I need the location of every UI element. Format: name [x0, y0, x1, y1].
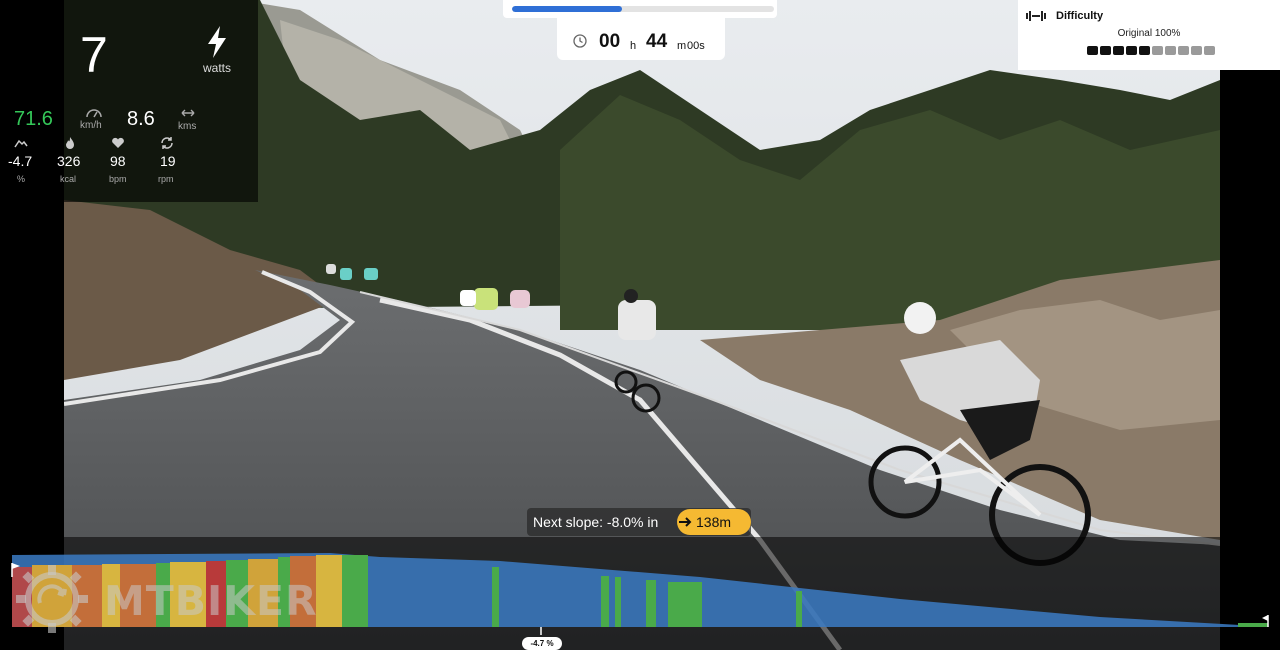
difficulty-title: Difficulty: [1056, 10, 1104, 22]
lightning-icon: [208, 26, 226, 58]
timer-seconds: 00s: [687, 40, 705, 52]
timer-hours: 00: [599, 31, 621, 52]
arrow-right-icon: [679, 517, 692, 527]
speed-value: 71.6: [14, 108, 53, 130]
difficulty-level-segment: [1165, 46, 1176, 55]
calories-unit: kcal: [60, 174, 77, 184]
profile-segment: [668, 582, 702, 627]
difficulty-level-segment: [1178, 46, 1189, 55]
next-slope-distance: 138m: [696, 514, 732, 530]
profile-segment: [615, 577, 621, 627]
distance-arrows-icon: [181, 109, 195, 117]
cadence-value: 19: [160, 153, 176, 169]
heart-rate-value: 98: [110, 153, 126, 169]
difficulty-level-segment: [1152, 46, 1163, 55]
difficulty-panel[interactable]: Difficulty Original 100%: [1018, 0, 1280, 70]
current-slope-badge: -4.7 %: [522, 637, 562, 650]
distance-unit: kms: [178, 121, 197, 132]
timer-minutes: 44: [646, 31, 668, 52]
flame-icon: [66, 137, 74, 149]
progress-track: [512, 6, 774, 12]
difficulty-level-segment: [1087, 46, 1098, 55]
elapsed-timer: 00 h 44 m 00s: [557, 18, 725, 60]
difficulty-level-segment: [1204, 46, 1215, 55]
calories-value: 326: [57, 153, 81, 169]
profile-segment: [646, 580, 656, 627]
watermark-text: MTBIKER: [104, 577, 318, 625]
power-value: 7: [80, 27, 108, 83]
speedometer-icon: [86, 109, 102, 118]
speed-unit: km/h: [80, 120, 102, 131]
difficulty-icon: [1026, 11, 1046, 21]
ride-stats-panel: 7 watts 71.6 km/h 8.6 kms -4.7 % 326 kca…: [0, 0, 258, 202]
difficulty-level-segment: [1126, 46, 1137, 55]
timer-minutes-unit: m: [677, 40, 687, 52]
cadence-icon: [161, 137, 173, 149]
difficulty-value: Original 100%: [1117, 28, 1181, 39]
timer-hours-unit: h: [630, 40, 637, 52]
slope-unit: %: [17, 174, 26, 184]
mountain-icon: [14, 139, 28, 148]
difficulty-level-segment: [1191, 46, 1202, 55]
next-slope-banner: Next slope: -8.0% in 138m: [527, 508, 751, 536]
profile-segment: [492, 567, 499, 627]
next-slope-label: Next slope: -8.0% in: [533, 514, 659, 530]
difficulty-level-segment: [1113, 46, 1124, 55]
cadence-unit: rpm: [158, 174, 174, 184]
difficulty-level-segment: [1100, 46, 1111, 55]
difficulty-level-segment: [1139, 46, 1150, 55]
progress-fill: [512, 6, 623, 12]
gear-logo-icon: [16, 565, 88, 633]
difficulty-level-meter: [1087, 46, 1215, 55]
heart-icon: [112, 137, 124, 148]
profile-segment: [796, 591, 802, 627]
profile-segment: [342, 555, 368, 627]
profile-segment: [1238, 623, 1268, 627]
watermark: MTBIKER: [12, 563, 322, 635]
slope-value: -4.7: [8, 153, 33, 169]
distance-value: 8.6: [127, 108, 155, 130]
ride-progress: [503, 0, 777, 18]
power-unit: watts: [203, 61, 232, 75]
heart-rate-unit: bpm: [109, 174, 127, 184]
clock-icon: [573, 34, 587, 48]
next-slope-distance-pill: 138m: [677, 509, 751, 535]
profile-segment: [601, 576, 609, 627]
